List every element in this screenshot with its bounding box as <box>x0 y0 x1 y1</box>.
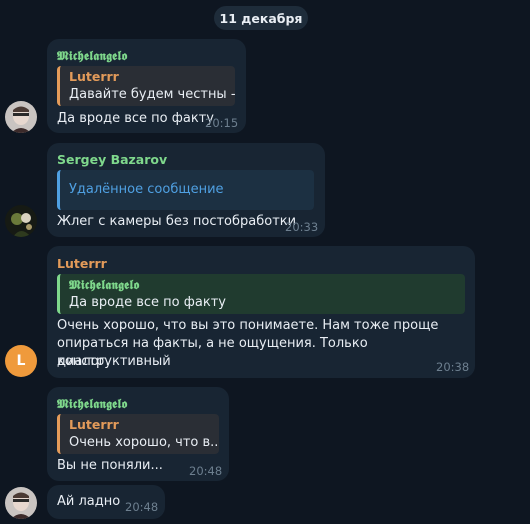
message-text-line: опираться на факты, а не ощущения. Тольк… <box>57 336 368 369</box>
message-author[interactable]: 𝕸𝖎𝖈𝖍𝖊𝖑𝖆𝖓𝖌𝖊𝖑𝖔 <box>57 48 127 64</box>
message-author[interactable]: Luterrr <box>57 256 107 271</box>
message-bubble-5[interactable]: Ай ладно 20:48 <box>47 485 165 519</box>
reply-author: 𝕸𝖎𝖈𝖍𝖊𝖑𝖆𝖓𝖌𝖊𝖑𝖔 <box>69 277 140 292</box>
reply-author: Luterrr <box>69 69 119 84</box>
message-bubble-4[interactable]: 𝕸𝖎𝖈𝖍𝖊𝖑𝖆𝖓𝖌𝖊𝖑𝖔 Luterrr Очень хорошо, что в… <box>47 387 229 481</box>
message-time: 20:38 <box>436 360 470 374</box>
reply-author: Luterrr <box>69 417 119 432</box>
message-text-line: диалог. <box>57 354 110 369</box>
reply-text: Давайте будем честны - ... <box>69 87 235 102</box>
message-time: 20:48 <box>189 464 223 478</box>
avatar-letter: L <box>16 353 26 369</box>
avatar-sergey[interactable] <box>5 205 37 237</box>
message-bubble-1[interactable]: 𝕸𝖎𝖈𝖍𝖊𝖑𝖆𝖓𝖌𝖊𝖑𝖔 Luterrr Давайте будем честн… <box>47 39 246 133</box>
message-text: Жлег с камеры без постобработки <box>57 214 297 229</box>
message-text-line: Очень хорошо, что вы это понимаете. Нам … <box>57 318 439 333</box>
message-text: Да вроде все по факту <box>57 111 214 126</box>
message-text: Вы не поняли... <box>57 458 163 473</box>
message-time: 20:15 <box>205 116 239 130</box>
avatar-michelangelo[interactable] <box>5 487 37 519</box>
date-separator: 11 декабря <box>214 6 308 30</box>
deleted-reply-quote[interactable]: Удалённое сообщение <box>57 170 314 210</box>
message-author[interactable]: 𝕸𝖎𝖈𝖍𝖊𝖑𝖆𝖓𝖌𝖊𝖑𝖔 <box>57 396 127 412</box>
reply-quote[interactable]: Luterrr Очень хорошо, что в... <box>57 414 219 454</box>
reply-text: Да вроде все по факту <box>69 295 226 310</box>
message-time: 20:33 <box>285 220 319 234</box>
message-text: Ай ладно <box>57 494 121 509</box>
reply-text: Очень хорошо, что в... <box>69 435 219 450</box>
reply-text: Удалённое сообщение <box>69 182 224 197</box>
message-time: 20:48 <box>125 500 159 514</box>
reply-quote[interactable]: 𝕸𝖎𝖈𝖍𝖊𝖑𝖆𝖓𝖌𝖊𝖑𝖔 Да вроде все по факту <box>57 274 465 314</box>
message-author[interactable]: Sergey Bazarov <box>57 152 167 167</box>
message-bubble-3[interactable]: Luterrr 𝕸𝖎𝖈𝖍𝖊𝖑𝖆𝖓𝖌𝖊𝖑𝖔 Да вроде все по фак… <box>47 246 475 378</box>
message-bubble-2[interactable]: Sergey Bazarov Удалённое сообщение Жлег … <box>47 143 325 237</box>
avatar-luterrr[interactable]: L <box>5 345 37 377</box>
avatar-michelangelo[interactable] <box>5 101 37 133</box>
reply-quote[interactable]: Luterrr Давайте будем честны - ... <box>57 66 235 106</box>
